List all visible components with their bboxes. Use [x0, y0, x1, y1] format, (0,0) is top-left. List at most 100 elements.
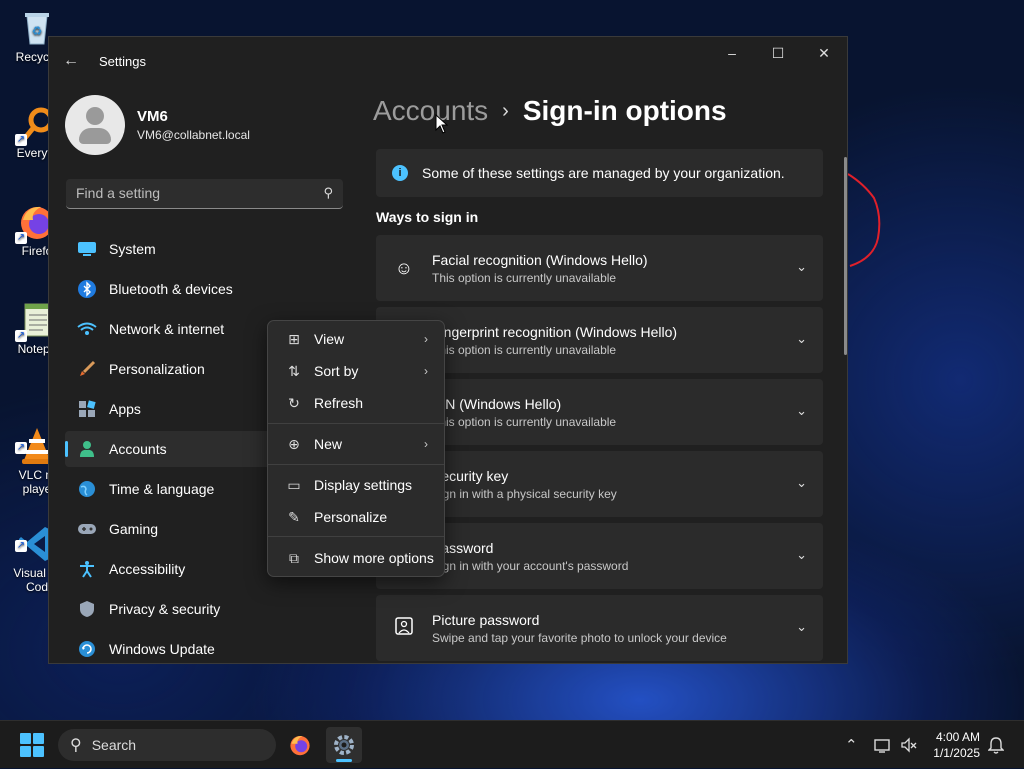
firefox-icon	[290, 735, 310, 756]
menu-item-label: Personalize	[314, 509, 388, 525]
profile-name: VM6	[137, 108, 168, 125]
context-menu-show-more-options[interactable]: ⧉ Show more options	[272, 543, 440, 573]
page-title: Sign-in options	[522, 95, 727, 126]
svg-text:♻: ♻	[32, 24, 43, 38]
sidebar-item-label: Gaming	[109, 521, 159, 537]
sidebar-item-system[interactable]: System	[65, 231, 345, 267]
apps-icon	[77, 399, 97, 419]
section-heading: Ways to sign in	[376, 209, 479, 225]
chevron-down-icon[interactable]: ⌄	[796, 619, 807, 635]
clock-date: 1/1/2025	[933, 746, 980, 760]
chevron-right-icon: ›	[502, 99, 509, 122]
menu-divider	[268, 464, 444, 465]
option-title: Facial recognition (Windows Hello)	[432, 251, 648, 268]
taskbar-clock[interactable]: 4:00 AM 1/1/2025	[933, 729, 980, 761]
menu-item-label: Refresh	[314, 395, 364, 411]
chevron-right-icon: ›	[424, 437, 428, 451]
gamepad-icon	[77, 519, 97, 539]
refresh-icon: ↻	[288, 394, 300, 411]
infobar-text: Some of these settings are managed by yo…	[422, 165, 785, 181]
clock-time: 4:00 AM	[935, 730, 980, 744]
search-icon[interactable]: ⚲	[323, 185, 333, 201]
notification-bell-icon[interactable]	[988, 721, 1004, 769]
menu-item-label: New	[314, 436, 343, 452]
sidebar-item-label: Windows Update	[109, 641, 215, 657]
taskbar-settings[interactable]	[326, 727, 362, 763]
more-options-icon: ⧉	[289, 549, 299, 566]
picture-icon	[376, 616, 432, 640]
red-annotation-stroke	[847, 173, 881, 267]
show-hidden-icons-chevron-up-icon[interactable]: ⌃	[845, 721, 858, 769]
chevron-right-icon: ›	[424, 332, 428, 346]
sidebar-item-privacy-security[interactable]: Privacy & security	[65, 591, 345, 627]
org-managed-infobar: i Some of these settings are managed by …	[376, 149, 823, 197]
start-button-windows-icon[interactable]	[20, 733, 44, 757]
accounts-icon	[77, 439, 97, 459]
minimize-button[interactable]: –	[709, 37, 755, 69]
sidebar-item-windows-update[interactable]: Windows Update	[65, 631, 345, 663]
option-subtitle: Swipe and tap your favorite photo to unl…	[432, 630, 727, 645]
pen-icon: ✎	[288, 508, 300, 525]
system-icon	[77, 239, 97, 259]
taskbar-firefox[interactable]	[282, 727, 318, 763]
menu-item-label: Sort by	[314, 363, 359, 379]
sidebar-item-label: Apps	[109, 401, 141, 417]
context-menu-personalize[interactable]: ✎ Personalize	[272, 502, 440, 532]
window-title: Settings	[99, 53, 146, 69]
brush-icon	[77, 359, 97, 379]
close-button[interactable]: ✕	[801, 37, 847, 69]
avatar[interactable]	[65, 95, 125, 155]
sidebar-item-label: Privacy & security	[109, 601, 221, 617]
sidebar-item-bluetooth[interactable]: Bluetooth & devices	[65, 271, 345, 307]
chevron-down-icon[interactable]: ⌄	[796, 547, 807, 563]
bluetooth-icon	[77, 279, 97, 299]
option-subtitle: This option is currently unavailable	[432, 270, 617, 285]
chevron-down-icon[interactable]: ⌄	[796, 259, 807, 275]
breadcrumb: Accounts › Sign-in options	[373, 95, 727, 127]
menu-item-label: View	[314, 331, 345, 347]
content-scrollbar[interactable]	[844, 157, 847, 355]
settings-search-input[interactable]	[66, 179, 316, 207]
context-menu-new[interactable]: ⊕ New ›	[272, 429, 440, 459]
option-title: Fingerprint recognition (Windows Hello)	[432, 323, 678, 340]
context-menu-display-settings[interactable]: ▭ Display settings	[272, 470, 440, 500]
option-title: PIN (Windows Hello)	[432, 395, 562, 412]
network-icon[interactable]	[874, 721, 892, 769]
sidebar-item-label: System	[109, 241, 156, 257]
accessibility-icon	[77, 559, 97, 579]
info-icon: i	[392, 165, 408, 181]
chevron-right-icon: ›	[424, 364, 428, 378]
chevron-down-icon[interactable]: ⌄	[796, 331, 807, 347]
menu-divider	[268, 423, 444, 424]
menu-item-label: Show more options	[314, 550, 434, 566]
sidebar-item-label: Personalization	[109, 361, 205, 377]
back-arrow-icon[interactable]: ←	[49, 52, 93, 70]
user-profile: VM6 VM6@collabnet.local	[65, 95, 250, 155]
mouse-cursor-icon	[435, 114, 449, 134]
face-icon: ☺	[394, 257, 414, 278]
chevron-down-icon[interactable]: ⌄	[796, 403, 807, 419]
option-subtitle: Sign in with your account's password	[432, 558, 629, 573]
title-bar: ← Settings – ☐ ✕	[49, 37, 847, 85]
taskbar: ⚲ Search ⌃ 4:00 AM 1/1/2025	[0, 720, 1024, 768]
search-icon: ⚲	[70, 737, 82, 754]
context-menu-refresh[interactable]: ↻ Refresh	[272, 388, 440, 418]
chevron-down-icon[interactable]: ⌄	[796, 475, 807, 491]
context-menu-sort-by[interactable]: ⇅ Sort by ›	[272, 356, 440, 386]
sign-in-option-facial-recognition[interactable]: ☺ Facial recognition (Windows Hello) This…	[376, 235, 823, 301]
menu-divider	[268, 536, 444, 537]
sidebar-item-label: Time & language	[109, 481, 215, 497]
menu-item-label: Display settings	[314, 477, 413, 493]
sidebar-item-label: Accessibility	[109, 561, 186, 577]
taskbar-search[interactable]: ⚲ Search	[58, 729, 276, 761]
breadcrumb-parent-link[interactable]: Accounts	[373, 95, 488, 127]
option-subtitle: Sign in with a physical security key	[432, 486, 617, 501]
context-menu-view[interactable]: ⊞ View ›	[272, 324, 440, 354]
volume-muted-icon[interactable]	[900, 721, 918, 769]
maximize-button[interactable]: ☐	[755, 37, 801, 69]
option-subtitle: This option is currently unavailable	[432, 414, 617, 429]
globe-icon	[77, 479, 97, 499]
gear-icon	[334, 735, 354, 755]
sign-in-option-picture-password[interactable]: Picture password Swipe and tap your favor…	[376, 595, 823, 661]
display-icon: ▭	[287, 476, 301, 493]
